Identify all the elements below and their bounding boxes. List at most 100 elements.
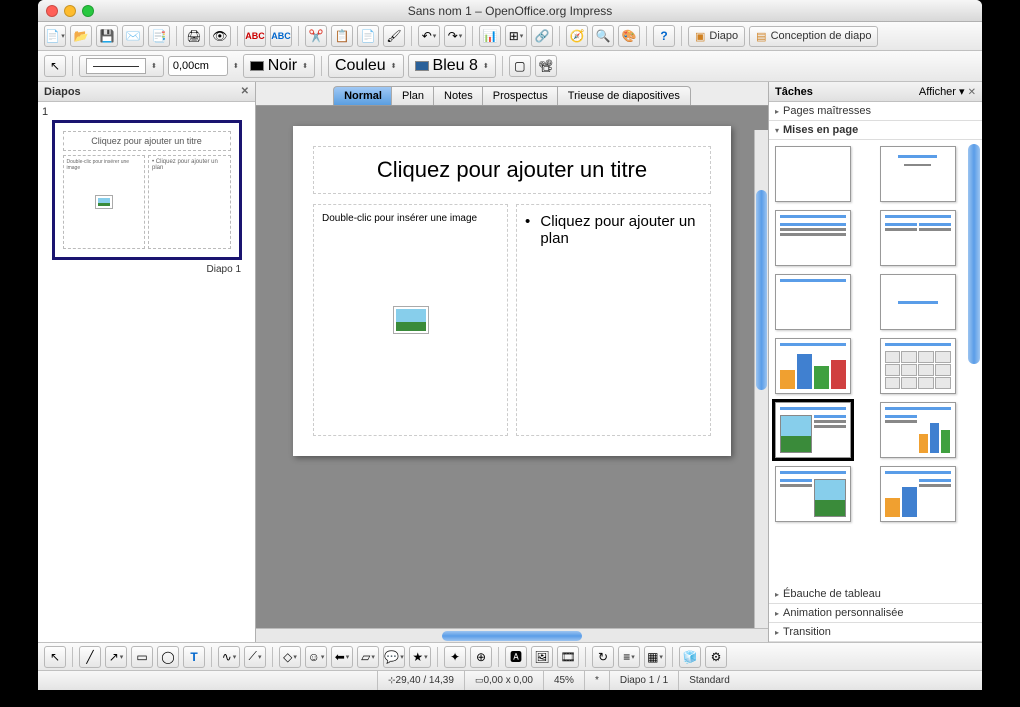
rectangle-tool[interactable]: ▭: [131, 646, 153, 668]
horizontal-scrollbar[interactable]: [256, 628, 768, 642]
layout-title-content[interactable]: [775, 210, 851, 266]
tab-normal[interactable]: Normal: [333, 86, 393, 105]
email-button[interactable]: ✉️: [122, 25, 144, 47]
title-placeholder[interactable]: Cliquez pour ajouter un titre: [313, 146, 711, 194]
print-button[interactable]: 🖨: [183, 25, 205, 47]
layout-title-chart[interactable]: [775, 338, 851, 394]
minimize-button[interactable]: [64, 5, 76, 17]
hyperlink-button[interactable]: 🔗: [531, 25, 553, 47]
outline-placeholder[interactable]: • Cliquez pour ajouter un plan: [516, 204, 711, 436]
tab-prospectus[interactable]: Prospectus: [482, 86, 559, 105]
new-doc-button[interactable]: 📄▾: [44, 25, 66, 47]
close-tasks-panel-icon[interactable]: ✕: [968, 87, 976, 98]
basic-shapes-tool[interactable]: ◇▾: [279, 646, 301, 668]
layout-title-only[interactable]: [775, 274, 851, 330]
layout-title[interactable]: [880, 146, 956, 202]
fontwork-tool[interactable]: 🅰: [505, 646, 527, 668]
layout-title-clipart-text[interactable]: [775, 402, 851, 458]
cut-button[interactable]: ✂️: [305, 25, 327, 47]
slide-thumbnail[interactable]: Cliquez pour ajouter un titre Double-cli…: [52, 120, 242, 260]
callout-tool[interactable]: 💬▾: [383, 646, 405, 668]
rotate-tool[interactable]: ↻: [592, 646, 614, 668]
main-toolbar: 📄▾ 📂 💾 ✉️ 📑 🖨 👁 ABC ABC ✂️ 📋 📄 🖌 ↶▾ ↷▾ 📊…: [38, 22, 982, 51]
status-zoom[interactable]: 45%: [544, 671, 585, 690]
line-width-input[interactable]: [168, 56, 228, 76]
chart-button[interactable]: 📊: [479, 25, 501, 47]
undo-button[interactable]: ↶▾: [418, 25, 440, 47]
task-layouts[interactable]: ▾Mises en page: [769, 121, 982, 140]
image-placeholder[interactable]: Double-clic pour insérer une image: [313, 204, 508, 436]
zoom-button[interactable]: 🔍: [592, 25, 614, 47]
arrow-tool[interactable]: ↗▾: [105, 646, 127, 668]
shadow-button[interactable]: ▢: [509, 55, 531, 77]
copy-button[interactable]: 📋: [331, 25, 353, 47]
layouts-scrollbar[interactable]: [968, 140, 980, 585]
tab-plan[interactable]: Plan: [391, 86, 435, 105]
fill-color-select[interactable]: Bleu 8 ⬍: [408, 54, 496, 78]
from-file-tool[interactable]: 🖼: [531, 646, 553, 668]
print-preview-button[interactable]: 👁: [209, 25, 231, 47]
width-stepper[interactable]: ⬍: [233, 62, 239, 70]
extrusion-tool[interactable]: 🧊: [679, 646, 701, 668]
gallery-tool[interactable]: 🎞: [557, 646, 579, 668]
layout-title-chart-text[interactable]: [880, 466, 956, 522]
layout-title-text-clipart[interactable]: [775, 466, 851, 522]
spellcheck-button[interactable]: ABC: [244, 25, 266, 47]
slide-design-button[interactable]: ▤Conception de diapo: [749, 26, 878, 47]
line-color-select[interactable]: Noir ⬍: [243, 54, 315, 78]
connector-tool[interactable]: ⟋▾: [244, 646, 266, 668]
line-tool[interactable]: ╱: [79, 646, 101, 668]
layout-blank[interactable]: [775, 146, 851, 202]
layout-title-text-chart[interactable]: [880, 402, 956, 458]
flowchart-tool[interactable]: ▱▾: [357, 646, 379, 668]
star-tool[interactable]: ★▾: [409, 646, 431, 668]
task-table-design[interactable]: ▸Ébauche de tableau: [769, 585, 982, 604]
redo-button[interactable]: ↷▾: [444, 25, 466, 47]
ellipse-tool[interactable]: ◯: [157, 646, 179, 668]
select-tool[interactable]: ↖: [44, 646, 66, 668]
vertical-scrollbar[interactable]: [754, 130, 768, 628]
auto-spellcheck-button[interactable]: ABC: [270, 25, 292, 47]
pdf-export-button[interactable]: 📑: [148, 25, 170, 47]
status-object-size: ▭ 0,00 x 0,00: [465, 671, 544, 690]
layout-centered[interactable]: [880, 274, 956, 330]
close-slides-panel-icon[interactable]: ✕: [241, 86, 249, 97]
glue-points-tool[interactable]: ⊕: [470, 646, 492, 668]
arrange-tool[interactable]: ▦▾: [644, 646, 666, 668]
gallery-button[interactable]: 🎨: [618, 25, 640, 47]
titlebar[interactable]: Sans nom 1 – OpenOffice.org Impress: [38, 0, 982, 22]
alignment-tool[interactable]: ≡▾: [618, 646, 640, 668]
fill-style-select[interactable]: Couleu ⬍: [328, 54, 404, 78]
task-master-pages[interactable]: ▸Pages maîtresses: [769, 102, 982, 121]
points-tool[interactable]: ✦: [444, 646, 466, 668]
symbol-shapes-tool[interactable]: ☺▾: [305, 646, 327, 668]
interaction-tool[interactable]: ⚙: [705, 646, 727, 668]
close-button[interactable]: [46, 5, 58, 17]
tasks-panel: Tâches Afficher ▾ ✕ ▸Pages maîtresses ▾M…: [768, 82, 982, 642]
table-button[interactable]: ⊞▾: [505, 25, 527, 47]
layout-title-table[interactable]: [880, 338, 956, 394]
help-button[interactable]: ?: [653, 25, 675, 47]
text-tool[interactable]: T: [183, 646, 205, 668]
task-custom-animation[interactable]: ▸Animation personnalisée: [769, 604, 982, 623]
format-paintbrush-button[interactable]: 🖌: [383, 25, 405, 47]
slide-button[interactable]: ▣Diapo: [688, 26, 745, 47]
select-button[interactable]: ↖: [44, 55, 66, 77]
navigator-button[interactable]: 🧭: [566, 25, 588, 47]
block-arrows-tool[interactable]: ⬅▾: [331, 646, 353, 668]
save-button[interactable]: 💾: [96, 25, 118, 47]
curve-tool[interactable]: ∿▾: [218, 646, 240, 668]
slide-thumb-number: 1: [42, 106, 251, 118]
tab-slide-sorter[interactable]: Trieuse de diapositives: [557, 86, 691, 105]
maximize-button[interactable]: [82, 5, 94, 17]
status-slide-count: Diapo 1 / 1: [610, 671, 679, 690]
tab-notes[interactable]: Notes: [433, 86, 484, 105]
paste-button[interactable]: 📄: [357, 25, 379, 47]
current-slide[interactable]: Cliquez pour ajouter un titre Double-cli…: [293, 126, 731, 456]
task-transition[interactable]: ▸Transition: [769, 623, 982, 642]
open-button[interactable]: 📂: [70, 25, 92, 47]
line-style-select[interactable]: ⬍: [79, 55, 164, 77]
layout-title-2content[interactable]: [880, 210, 956, 266]
slide-show-button[interactable]: 📽: [535, 55, 557, 77]
tasks-display-menu[interactable]: Afficher: [919, 86, 956, 98]
